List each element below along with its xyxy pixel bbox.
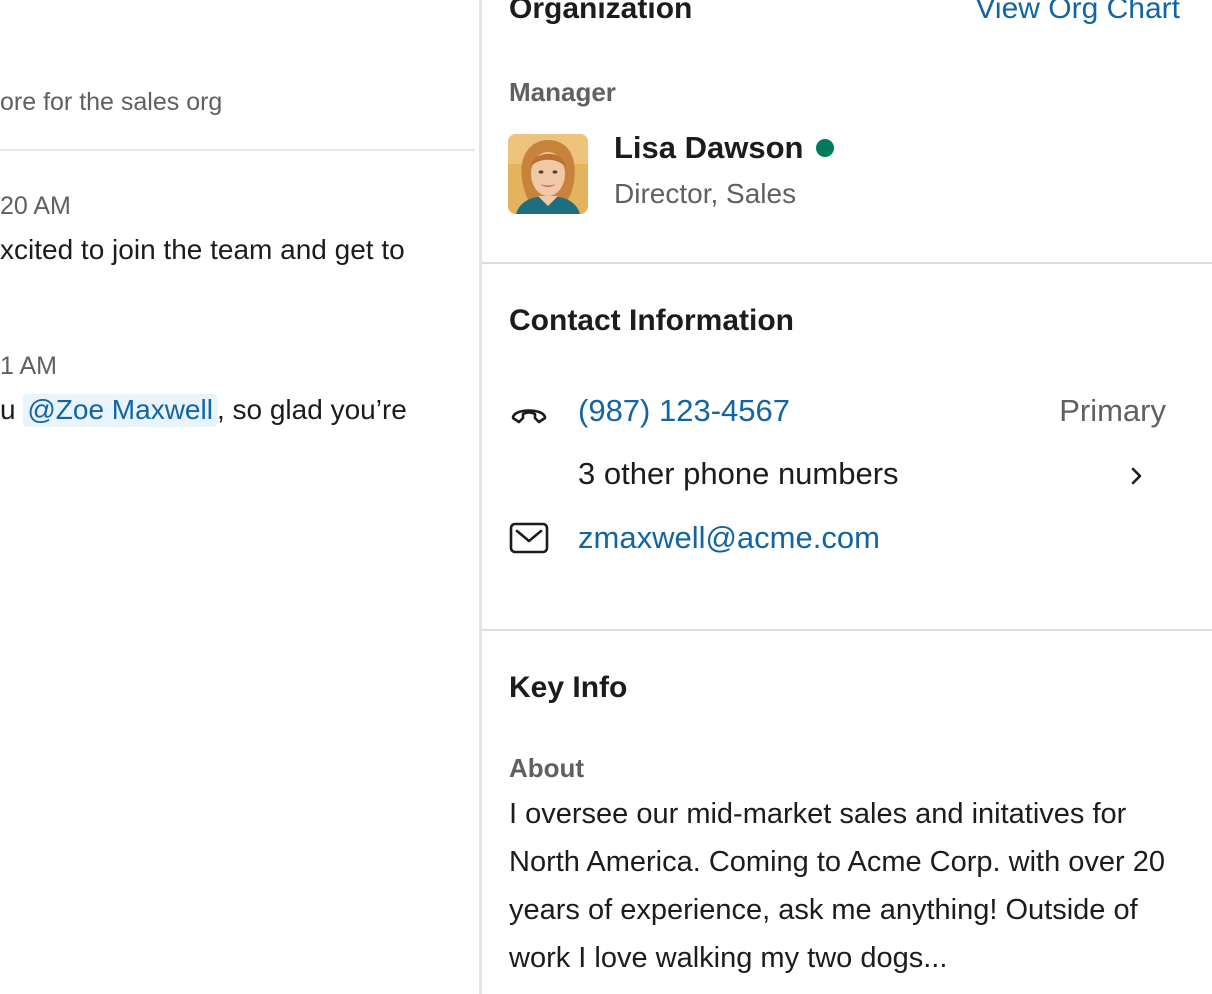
channel-topic: ore for the sales org	[0, 88, 223, 116]
message-text: xcited to join the team and get to	[0, 234, 405, 265]
view-org-chart-link[interactable]: View Org Chart	[975, 0, 1180, 26]
manager-avatar[interactable]	[508, 134, 588, 214]
manager-name-text[interactable]: Lisa Dawson	[614, 130, 804, 166]
contact-information-heading: Contact Information	[509, 304, 794, 337]
message-text-prefix: u	[0, 394, 24, 425]
topic-divider	[0, 149, 475, 151]
email-icon	[509, 522, 549, 554]
manager-title: Director, Sales	[614, 178, 797, 209]
phone-link[interactable]: (987) 123-4567	[578, 393, 790, 429]
section-divider	[482, 629, 1212, 631]
message-pane: ore for the sales org 20 AM xcited to jo…	[0, 0, 480, 994]
key-info-heading: Key Info	[509, 671, 628, 704]
manager-name[interactable]: Lisa Dawson	[614, 130, 834, 166]
message-timestamp[interactable]: 20 AM	[0, 192, 71, 221]
primary-phone-tag: Primary	[1059, 393, 1166, 428]
chevron-right-icon[interactable]	[1128, 464, 1146, 488]
phone-icon	[511, 409, 547, 424]
message-timestamp[interactable]: 1 AM	[0, 352, 57, 381]
about-text: I oversee our mid-market sales and inita…	[509, 798, 1165, 974]
other-phone-numbers-button[interactable]: 3 other phone numbers	[578, 456, 899, 492]
user-mention[interactable]: @Zoe Maxwell	[23, 394, 217, 427]
manager-label: Manager	[509, 77, 616, 107]
message-text-suffix: , so glad you’re	[216, 394, 407, 425]
profile-pane: Organization View Org Chart Manager Lisa…	[482, 0, 1212, 994]
about-label: About	[509, 753, 585, 783]
app-window: ore for the sales org 20 AM xcited to jo…	[0, 0, 1212, 994]
avatar-image	[508, 134, 588, 214]
presence-status-icon	[815, 139, 834, 157]
organization-heading: Organization	[509, 0, 693, 25]
message-text: u @Zoe Maxwell, so glad you’re	[0, 394, 407, 427]
email-link[interactable]: zmaxwell@acme.com	[578, 520, 880, 556]
section-divider	[482, 262, 1212, 264]
